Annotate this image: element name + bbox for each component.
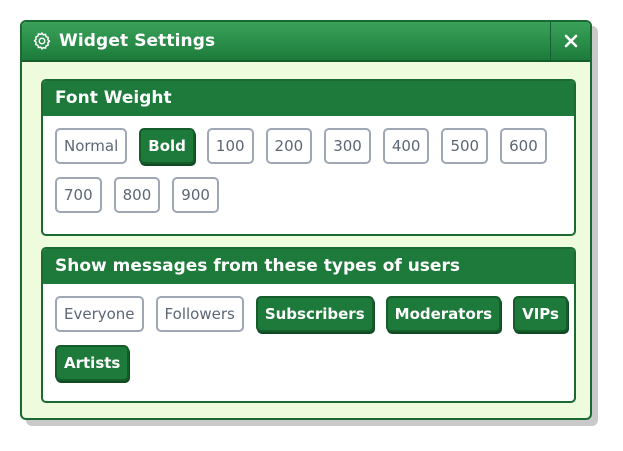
user-type-option-subscribers[interactable]: Subscribers <box>255 296 374 332</box>
font-weight-panel: Font Weight Normal Bold 100 200 300 400 500 600… <box>41 79 576 236</box>
widget-settings-window: Widget Settings Font Weight Normal Bold 10… <box>20 20 592 420</box>
font-weight-option-800[interactable]: 800 <box>113 177 161 213</box>
user-types-heading: Show messages from these types of users <box>43 249 574 284</box>
font-weight-option-700[interactable]: 700 <box>55 177 102 213</box>
font-weight-option-200[interactable]: 200 <box>265 128 313 164</box>
user-type-option-artists[interactable]: Artists <box>55 345 130 381</box>
font-weight-heading: Font Weight <box>43 81 574 116</box>
window-title: Widget Settings <box>59 31 216 51</box>
user-type-option-vips[interactable]: VIPs <box>513 296 568 332</box>
close-icon <box>563 33 579 49</box>
font-weight-option-300[interactable]: 300 <box>324 128 371 164</box>
font-weight-option-normal[interactable]: Normal <box>55 128 128 164</box>
user-type-option-moderators[interactable]: Moderators <box>385 296 502 332</box>
font-weight-option-bold[interactable]: Bold <box>139 128 195 164</box>
font-weight-option-900[interactable]: 900 <box>172 177 219 213</box>
font-weight-option-500[interactable]: 500 <box>441 128 489 164</box>
close-button[interactable] <box>550 22 590 60</box>
font-weight-option-600[interactable]: 600 <box>500 128 547 164</box>
user-types-panel: Show messages from these types of users … <box>41 247 576 403</box>
user-type-option-followers[interactable]: Followers <box>155 296 244 332</box>
font-weight-options: Normal Bold 100 200 300 400 500 600 700 800 900 <box>43 116 574 213</box>
title-bar: Widget Settings <box>22 22 590 62</box>
font-weight-option-400[interactable]: 400 <box>382 128 430 164</box>
user-types-options: Everyone Followers Subscribers Moderators VI… <box>43 284 574 381</box>
user-type-option-everyone[interactable]: Everyone <box>55 296 144 332</box>
font-weight-option-100[interactable]: 100 <box>206 128 254 164</box>
gear-icon <box>31 30 53 52</box>
